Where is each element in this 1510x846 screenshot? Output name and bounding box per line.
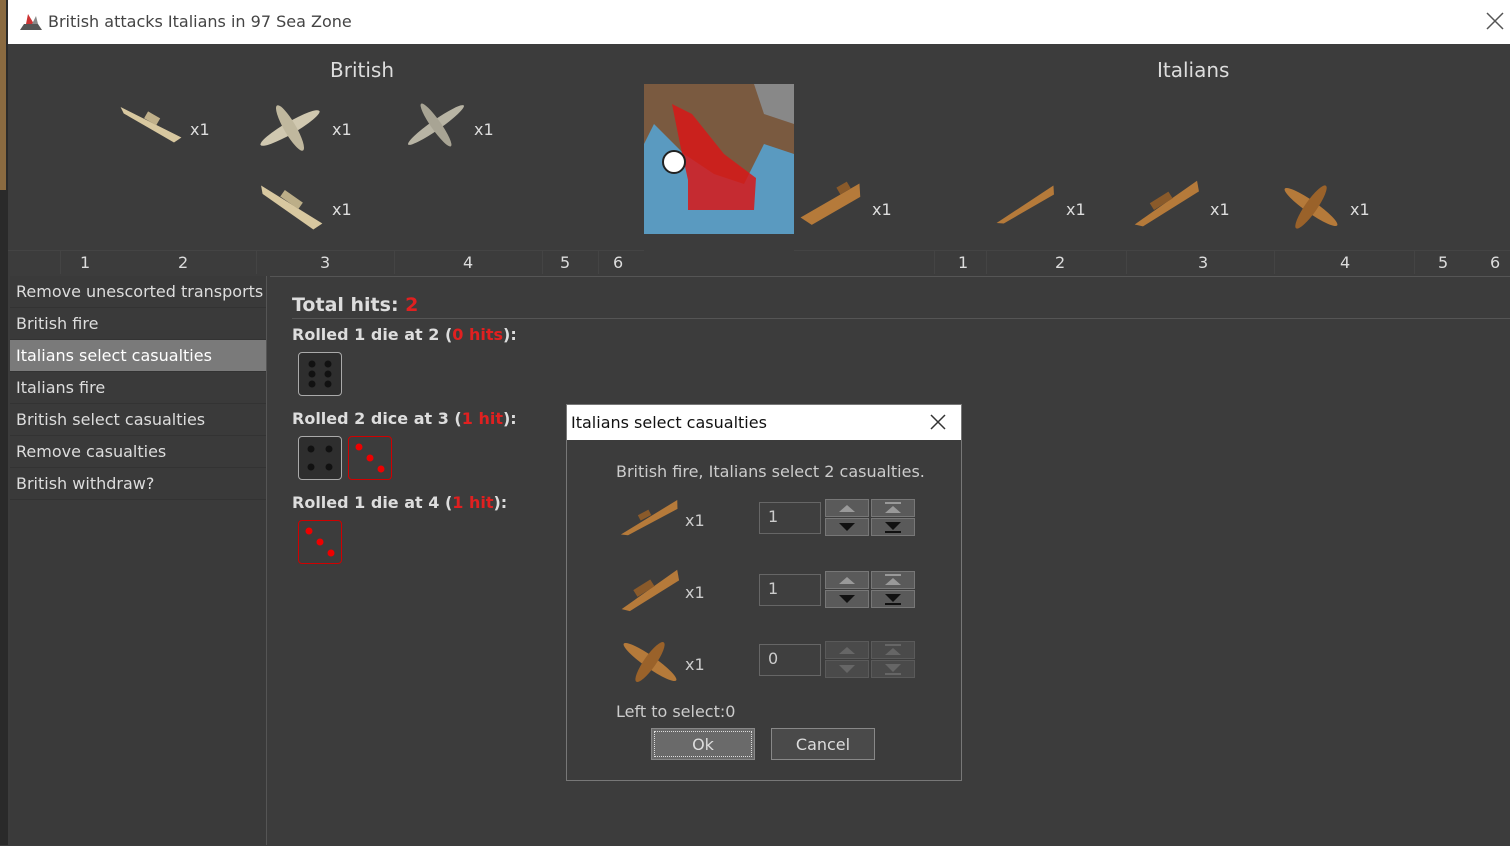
roll-line: Rolled 1 die at 2 (0 hits): bbox=[292, 325, 517, 344]
die-6 bbox=[298, 352, 342, 396]
destroyer-icon bbox=[620, 499, 678, 536]
cruiser-icon bbox=[261, 185, 323, 230]
dialog-title: Italians select casualties bbox=[571, 413, 767, 432]
defender-dice-columns: 1 2 3 4 5 6 bbox=[794, 250, 1510, 275]
step-item[interactable]: British select casualties bbox=[10, 404, 266, 436]
map-strip bbox=[0, 0, 6, 190]
transport-ship-icon bbox=[800, 181, 861, 225]
decrement-button[interactable] bbox=[825, 590, 869, 608]
fighter-plane-icon bbox=[260, 105, 320, 151]
increment-button[interactable] bbox=[825, 571, 869, 589]
increment-button[interactable] bbox=[825, 499, 869, 517]
italian-unit: x1 bbox=[988, 178, 1086, 238]
step-item-selected[interactable]: Italians select casualties bbox=[10, 340, 266, 372]
max-button[interactable] bbox=[871, 641, 915, 659]
min-button[interactable] bbox=[871, 518, 915, 536]
british-unit: x1 bbox=[252, 174, 352, 244]
step-item[interactable]: British fire bbox=[10, 308, 266, 340]
close-icon[interactable] bbox=[1484, 10, 1506, 32]
cancel-button[interactable]: Cancel bbox=[771, 728, 875, 760]
italian-unit: x1 bbox=[1128, 174, 1230, 242]
decrement-button[interactable] bbox=[825, 660, 869, 678]
british-unit: x1 bbox=[252, 94, 352, 166]
british-unit: x1 bbox=[112, 94, 210, 158]
british-unit: x1 bbox=[398, 92, 494, 162]
italian-unit: x1 bbox=[1276, 172, 1370, 246]
window-title: British attacks Italians in 97 Sea Zone bbox=[48, 12, 352, 31]
die-3-hit bbox=[298, 520, 342, 564]
casualty-count-field[interactable]: 1 bbox=[759, 574, 821, 606]
italian-unit: x1 bbox=[794, 174, 892, 238]
casualty-dialog: Italians select casualties British fire,… bbox=[566, 404, 962, 781]
close-icon[interactable] bbox=[929, 413, 947, 431]
die-3-hit bbox=[348, 436, 392, 480]
window-titlebar: British attacks Italians in 97 Sea Zone bbox=[8, 0, 1510, 44]
increment-button[interactable] bbox=[825, 641, 869, 659]
min-button[interactable] bbox=[871, 590, 915, 608]
app-icon bbox=[20, 14, 42, 30]
step-item[interactable]: British withdraw? bbox=[10, 468, 266, 500]
bomber-plane-icon bbox=[408, 103, 464, 147]
destroyer-icon bbox=[996, 185, 1054, 224]
attacker-name: British bbox=[330, 58, 394, 82]
decrement-button[interactable] bbox=[825, 518, 869, 536]
attacker-dice-columns: 1 2 3 4 5 6 bbox=[8, 250, 644, 275]
casualty-count-field[interactable]: 0 bbox=[759, 644, 821, 676]
fighter-plane-icon bbox=[1284, 185, 1338, 229]
fighter-plane-icon bbox=[623, 642, 677, 682]
sea-zone-map bbox=[644, 84, 794, 234]
max-button[interactable] bbox=[871, 499, 915, 517]
defender-name: Italians bbox=[1157, 58, 1230, 82]
roll-line: Rolled 1 die at 4 (1 hit): bbox=[292, 493, 508, 512]
roll-line: Rolled 2 dice at 3 (1 hit): bbox=[292, 409, 517, 428]
step-item[interactable]: Remove casualties bbox=[10, 436, 266, 468]
total-hits: Total hits: 2 bbox=[292, 294, 419, 316]
step-item[interactable]: Remove unescorted transports bbox=[10, 276, 266, 308]
min-button[interactable] bbox=[871, 660, 915, 678]
ok-button[interactable]: Ok bbox=[651, 728, 755, 760]
battle-steps-list: Remove unescorted transports British fir… bbox=[10, 276, 267, 845]
cruiser-icon bbox=[1134, 180, 1199, 227]
dialog-titlebar: Italians select casualties bbox=[567, 405, 961, 440]
die-4 bbox=[298, 436, 342, 480]
destroyer-icon bbox=[120, 107, 182, 143]
step-item[interactable]: Italians fire bbox=[10, 372, 266, 404]
max-button[interactable] bbox=[871, 571, 915, 589]
background-map-edge bbox=[0, 0, 8, 845]
cruiser-icon bbox=[621, 569, 680, 612]
left-to-select: Left to select:0 bbox=[616, 702, 736, 721]
casualty-count-field[interactable]: 1 bbox=[759, 502, 821, 534]
dialog-message: British fire, Italians select 2 casualti… bbox=[616, 462, 925, 481]
